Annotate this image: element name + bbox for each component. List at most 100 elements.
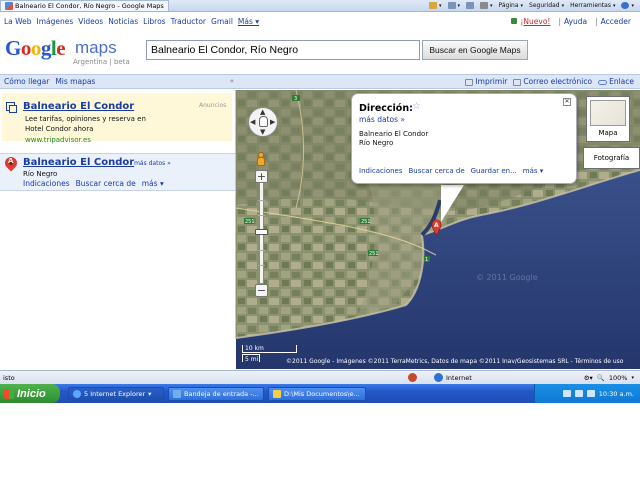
protected-mode-icon: ⚙▾ xyxy=(583,373,593,382)
google-bar: La Web Imágenes Videos Noticias Libros T… xyxy=(0,14,640,28)
zoom-level[interactable]: ⚙▾ 🔍 100% ▾ xyxy=(584,374,640,382)
map-thumbnail xyxy=(590,100,626,126)
pan-control[interactable]: ▲ ◀ ▶ ▼ xyxy=(248,107,278,137)
my-maps-link[interactable]: Mis mapas xyxy=(55,77,95,86)
ad-url[interactable]: www.tripadvisor.es xyxy=(25,136,91,144)
gbar-link-translate[interactable]: Traductor xyxy=(171,17,206,26)
close-icon[interactable]: ✕ xyxy=(563,98,571,106)
info-window-more-link[interactable]: más datos » xyxy=(359,115,405,124)
print-button[interactable]: ▾ xyxy=(480,2,493,9)
security-shield-icon xyxy=(407,373,417,382)
search-button[interactable]: Buscar en Google Maps xyxy=(422,40,528,60)
network-icon[interactable] xyxy=(562,390,571,397)
email-link[interactable]: Correo electrónico xyxy=(513,77,592,86)
collapse-panel-button[interactable]: « xyxy=(230,77,234,85)
messenger-icon[interactable] xyxy=(586,390,595,397)
ad-text-line: Hotel Condor ahora xyxy=(25,125,94,133)
gbar-help-link[interactable]: Ayuda xyxy=(564,17,587,26)
info-window: Dirección: ☆ ✕ más datos » Balneario El … xyxy=(351,93,577,184)
taskbar-item-internet-explorer[interactable]: 5 Internet Explorer ▾ xyxy=(68,386,164,401)
marker-letter: A xyxy=(8,157,14,165)
map-type-map-button[interactable]: Mapa xyxy=(586,96,630,142)
info-directions-link[interactable]: Indicaciones xyxy=(359,167,403,175)
security-status[interactable] xyxy=(390,373,434,382)
result-actions: Indicaciones Buscar cerca de más ▾ xyxy=(23,179,164,188)
gbar-link-gmail[interactable]: Gmail xyxy=(211,17,233,26)
info-search-nearby-link[interactable]: Buscar cerca de xyxy=(409,167,465,175)
pegman-icon[interactable] xyxy=(257,152,265,166)
info-window-title: Dirección: xyxy=(359,103,413,114)
security-menu[interactable]: Seguridad ▾ xyxy=(529,2,564,9)
volume-icon[interactable] xyxy=(574,390,583,397)
result-directions-link[interactable]: Indicaciones xyxy=(23,179,70,188)
zoom-slider-thumb[interactable] xyxy=(255,229,268,235)
browser-tab[interactable]: Balneario El Condor, Río Negro - Google … xyxy=(0,0,169,11)
zoom-tick xyxy=(258,215,265,216)
result-title[interactable]: Balneario El Condor xyxy=(23,157,134,168)
help-menu[interactable]: ▾ xyxy=(621,2,634,9)
gbar-link-images[interactable]: Imágenes xyxy=(37,17,74,26)
screen: Balneario El Condor, Río Negro - Google … xyxy=(0,0,640,480)
globe-icon xyxy=(434,373,443,382)
zoom-tick xyxy=(258,200,265,201)
result-search-nearby-link[interactable]: Buscar cerca de xyxy=(76,179,136,188)
chevron-down-icon: ▾ xyxy=(457,2,461,9)
gbar-signin-link[interactable]: Acceder xyxy=(601,17,631,26)
feeds-button[interactable]: ▾ xyxy=(447,2,461,9)
envelope-icon xyxy=(513,78,522,86)
home-button[interactable]: ▾ xyxy=(428,2,442,9)
star-icon[interactable]: ☆ xyxy=(412,101,421,112)
pan-down-icon[interactable]: ▼ xyxy=(260,128,265,136)
taskbar-item-folder[interactable]: D:\Mis Documentos\e... xyxy=(268,386,366,401)
chevron-down-icon: ▾ xyxy=(612,2,616,9)
zoom-in-button[interactable]: + xyxy=(255,170,268,183)
gbar-link-books[interactable]: Libros xyxy=(143,17,165,26)
internet-explorer-icon xyxy=(73,389,81,398)
google-logo[interactable]: Google xyxy=(5,36,66,61)
separator: | xyxy=(595,16,598,26)
help-icon xyxy=(621,2,630,9)
pan-left-icon[interactable]: ◀ xyxy=(250,118,255,126)
info-more-menu[interactable]: más ▾ xyxy=(523,167,544,175)
print-link[interactable]: Imprimir xyxy=(465,77,507,86)
result-more-info-link[interactable]: - más datos » xyxy=(130,160,171,167)
sponsored-ad[interactable]: Balneario El Condor Anuncios Lee tarifas… xyxy=(2,93,232,144)
pan-up-icon[interactable]: ▲ xyxy=(260,108,265,116)
feeds-icon xyxy=(447,2,456,9)
printer-icon xyxy=(465,78,474,86)
ad-label: Anuncios xyxy=(199,102,227,109)
sponsored-link-icon xyxy=(6,102,17,113)
zoom-tick xyxy=(258,265,265,266)
link-link[interactable]: Enlace xyxy=(598,77,634,86)
search-input[interactable]: Balneario El Condor, Río Negro xyxy=(146,40,420,60)
pan-right-icon[interactable]: ▶ xyxy=(270,118,275,126)
gbar-more-menu[interactable]: Más ▾ xyxy=(238,17,259,26)
internet-zone[interactable]: Internet xyxy=(434,373,524,382)
ad-title[interactable]: Balneario El Condor xyxy=(23,101,134,112)
toolbar-right: Imprimir Correo electrónico Enlace xyxy=(465,77,640,86)
zoom-out-button[interactable]: − xyxy=(255,284,268,297)
clock: 10:30 a.m. xyxy=(598,389,634,398)
taskbar-item-inbox[interactable]: Bandeja de entrada -... xyxy=(168,386,264,401)
scale-km-label: 10 km xyxy=(245,345,264,352)
start-button[interactable]: Inicio xyxy=(0,384,60,403)
directions-link[interactable]: Cómo llegar xyxy=(4,77,49,86)
gbar-link-web[interactable]: La Web xyxy=(4,17,32,26)
result-more-menu[interactable]: más ▾ xyxy=(142,179,164,188)
mail-button[interactable] xyxy=(466,2,475,9)
mail-icon xyxy=(173,389,181,398)
map-type-photo-button[interactable]: Fotografía xyxy=(583,147,640,169)
road-number-label: 251 xyxy=(369,251,379,257)
tools-menu[interactable]: Herramientas ▾ xyxy=(570,2,615,9)
page-menu[interactable]: Página ▾ xyxy=(499,2,524,9)
hand-icon xyxy=(259,116,268,127)
map-view[interactable]: 3 251 251 251 1 © 2011 Google A ▲ ◀ ▶ ▼ … xyxy=(236,90,640,369)
chevron-down-icon: ▾ xyxy=(148,389,152,398)
gbar-new-link[interactable]: ¡Nuevo! xyxy=(520,17,550,26)
separator: | xyxy=(558,16,561,26)
gbar-link-news[interactable]: Noticias xyxy=(108,17,138,26)
maps-header: Google maps Argentina | beta Balneario E… xyxy=(0,28,640,72)
info-save-link[interactable]: Guardar en... xyxy=(471,167,517,175)
search-result[interactable]: A Balneario El Condor - más datos » Río … xyxy=(0,153,235,191)
gbar-link-videos[interactable]: Videos xyxy=(78,17,103,26)
